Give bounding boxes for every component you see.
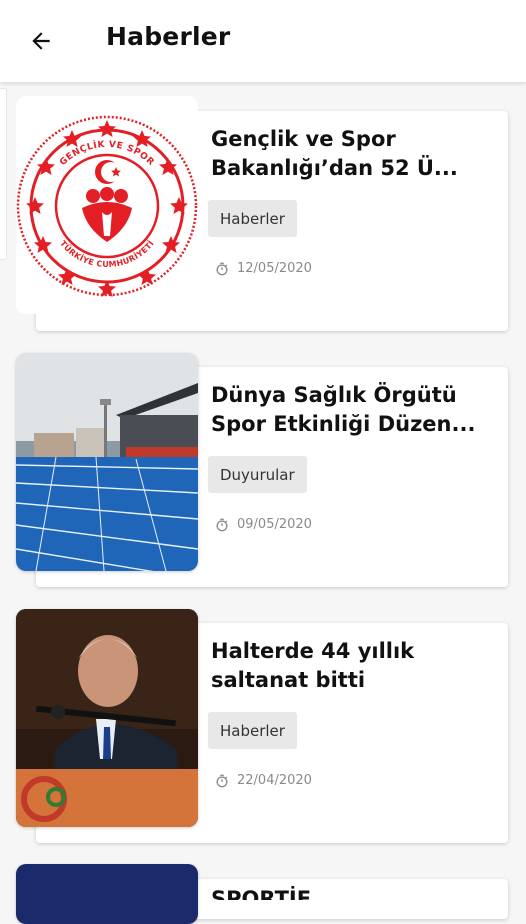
news-date: 09/05/2020 [215,517,312,532]
news-thumbnail [16,864,198,924]
date-text: 22/04/2020 [237,773,312,788]
date-text: 12/05/2020 [237,261,312,276]
drawer-handle[interactable] [0,88,7,260]
back-button[interactable] [26,26,56,56]
stopwatch-icon [216,774,228,787]
stadium-track-image [16,353,198,571]
news-thumbnail [16,609,198,827]
news-title[interactable]: Halterde 44 yıllık saltanat bitti [211,637,501,695]
news-date: 12/05/2020 [215,261,312,276]
stopwatch-icon [216,518,228,531]
page-title: Haberler [106,22,231,51]
app-bar: Haberler [0,0,526,82]
news-date: 22/04/2020 [215,773,312,788]
arrow-left-icon [32,32,50,50]
news-thumbnail [16,353,198,571]
speaker-photo-image [16,609,198,827]
category-chip[interactable]: Haberler [208,200,297,237]
ministry-logo: GENÇLİK VE SPOR TÜRKİYE CUMHURİYETİ [16,115,198,297]
stopwatch-icon [216,262,228,275]
category-chip[interactable]: Duyurular [208,456,307,493]
category-chip[interactable]: Haberler [208,712,297,749]
news-title[interactable]: SPORTİF... [211,885,501,900]
news-thumbnail: GENÇLİK VE SPOR TÜRKİYE CUMHURİYETİ [16,96,198,314]
date-text: 09/05/2020 [237,517,312,532]
news-title[interactable]: Dünya Sağlık Örgütü Spor Etkinliği Düzen… [211,381,501,439]
news-title[interactable]: Gençlik ve Spor Bakanlığı’dan 52 Ü... [211,125,501,183]
